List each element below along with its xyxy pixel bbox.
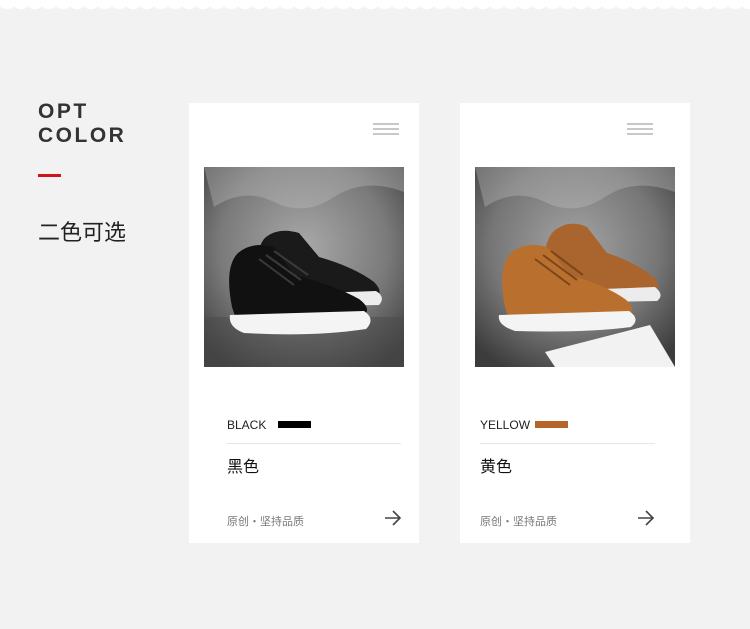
color-swatch xyxy=(535,421,568,428)
divider xyxy=(227,443,401,444)
tagline: 原创・坚持品质 xyxy=(227,515,304,528)
product-card-black[interactable]: BLACK 黑色 原创・坚持品质 xyxy=(189,103,419,543)
color-name-cn: 黑色 xyxy=(227,457,260,476)
menu-lines-icon xyxy=(627,123,653,135)
divider xyxy=(480,443,655,444)
product-image-black[interactable] xyxy=(204,167,404,367)
section-title-line2: COLOR xyxy=(38,124,127,147)
accent-bar xyxy=(38,174,61,177)
menu-lines-icon xyxy=(373,123,399,135)
color-name-cn: 黄色 xyxy=(480,457,513,476)
section-subtitle: 二色可选 xyxy=(38,221,127,246)
scalloped-top-border xyxy=(0,0,750,14)
arrow-right-icon[interactable] xyxy=(636,508,656,528)
product-card-yellow[interactable]: YELLOW 黄色 原创・坚持品质 xyxy=(460,103,690,543)
arrow-right-icon[interactable] xyxy=(383,508,403,528)
section-title-line1: OPT xyxy=(38,100,89,123)
tagline: 原创・坚持品质 xyxy=(480,515,557,528)
section-title: OPT COLOR xyxy=(38,100,126,148)
product-image-yellow[interactable] xyxy=(475,167,675,367)
color-name-label: BLACK xyxy=(227,418,267,432)
color-swatch xyxy=(278,421,311,428)
color-name-label: YELLOW xyxy=(480,418,531,432)
